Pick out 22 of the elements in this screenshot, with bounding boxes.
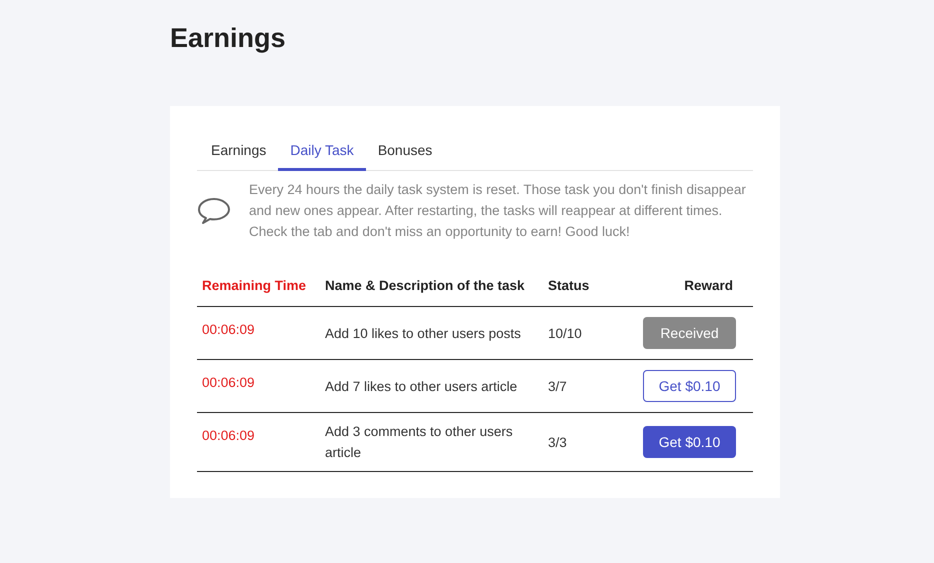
tab[interactable]: Earnings — [199, 132, 278, 171]
table-cell: 00:06:09 — [197, 306, 320, 360]
table-cell: 3/3 — [543, 412, 632, 472]
table-cell: 00:06:09 — [197, 360, 320, 412]
column-header: Remaining Time — [197, 266, 320, 306]
table-cell: 00:06:09 — [197, 412, 320, 472]
reward-button[interactable]: Get $0.10 — [643, 426, 736, 458]
table-cell: Add 3 comments to other users article — [320, 412, 543, 472]
tab[interactable]: Bonuses — [366, 132, 444, 171]
table-cell: Add 10 likes to other users posts — [320, 306, 543, 360]
page-title: Earnings — [170, 22, 287, 55]
column-header: Name & Description of the task — [320, 266, 543, 306]
reward-button[interactable]: Received — [643, 317, 736, 349]
column-header: Status — [543, 266, 632, 306]
table-cell: 3/7 — [543, 360, 632, 412]
reward-button[interactable]: Get $0.10 — [643, 370, 736, 402]
speech-bubble-icon — [197, 196, 231, 226]
tab[interactable]: Daily Task — [278, 132, 366, 171]
table-cell: 10/10 — [543, 306, 632, 360]
notice-text: Every 24 hours the daily task system is reset. Those task you don't finish disappear and new ones appear. After restarting, the tasks will reappear at different times. Check the tab and don't miss an opportunity to earn! Good luck! — [249, 181, 747, 241]
table-cell: Add 7 likes to other users article — [320, 360, 543, 412]
column-header: Reward — [632, 266, 753, 306]
